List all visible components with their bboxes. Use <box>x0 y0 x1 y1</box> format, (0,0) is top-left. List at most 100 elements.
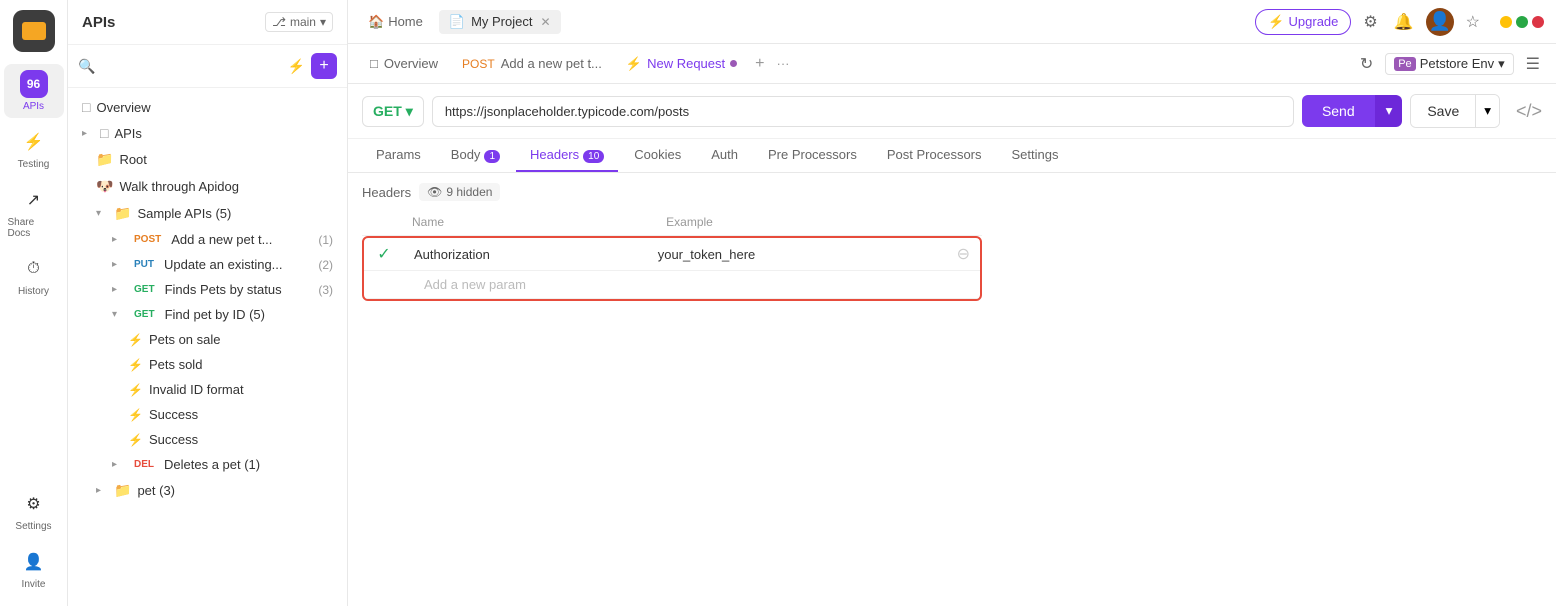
method-label: GET <box>373 103 402 119</box>
tab-params[interactable]: Params <box>362 139 435 172</box>
sidebar-label-history: History <box>18 286 49 297</box>
left-panel: APIs ⎇ main ▾ 🔍 ⚡ + □ Overview ▸ □ APIs <box>68 0 348 606</box>
sidebar-label-invite: Invite <box>22 579 46 590</box>
nav-item-record-not-found[interactable]: ⚡ Invalid ID format <box>68 377 347 402</box>
nav-label-pets-on-sale: Pets on sale <box>149 332 333 347</box>
hidden-badge[interactable]: 👁 9 hidden <box>419 183 500 201</box>
more-tabs-button[interactable]: ··· <box>772 52 793 75</box>
example-icon: ⚡ <box>128 408 143 422</box>
nav-item-invalid-id[interactable]: ⚡ Success <box>68 402 347 427</box>
maximize-button[interactable]: □ <box>1516 16 1528 28</box>
sidebar-label-apis: APIs <box>23 101 44 112</box>
nav-label-sample-apis: Sample APIs (5) <box>137 206 333 221</box>
close-button[interactable]: ✕ <box>1532 16 1544 28</box>
code-icon[interactable]: </> <box>1516 101 1542 122</box>
nav-item-get-id[interactable]: ▾ GET Find pet by ID (5) <box>68 302 347 327</box>
tab-auth[interactable]: Auth <box>697 139 752 172</box>
home-button[interactable]: 🏠 Home <box>360 10 431 34</box>
nav-item-apis[interactable]: ▸ □ APIs <box>68 120 347 146</box>
send-button[interactable]: Send <box>1302 95 1375 127</box>
new-request-label: New Request <box>647 56 725 71</box>
chevron-icon: ▸ <box>112 234 124 245</box>
tab-settings[interactable]: Settings <box>998 139 1073 172</box>
nav-item-del-pet[interactable]: ▸ DEL Deletes a pet (1) <box>68 452 347 477</box>
nav-label-apis: APIs <box>114 126 333 141</box>
count-badge: (1) <box>318 233 333 247</box>
req-tab-post-pet[interactable]: POST Add a new pet t... <box>452 50 612 77</box>
settings-button[interactable]: ⚙ <box>1359 8 1381 36</box>
tab-close-icon[interactable]: ✕ <box>540 15 550 29</box>
sidebar-item-share-docs[interactable]: ↗ Share Docs <box>4 180 64 245</box>
apis-icon: 96 <box>20 70 48 98</box>
send-dropdown-button[interactable]: ▾ <box>1375 95 1403 127</box>
add-tab-button[interactable]: + <box>751 51 768 77</box>
nav-item-overview[interactable]: □ Overview <box>68 94 347 120</box>
headers-label: Headers <box>362 185 411 200</box>
sidebar-item-settings[interactable]: ⚙ Settings <box>4 484 64 538</box>
notifications-button[interactable]: 🔔 <box>1390 8 1418 36</box>
branch-icon: ⎇ <box>272 15 286 29</box>
tab-cookies[interactable]: Cookies <box>620 139 695 172</box>
eye-icon: 👁 <box>427 185 442 199</box>
nav-item-success[interactable]: ⚡ Success <box>68 427 347 452</box>
upgrade-icon: ⚡ <box>1268 14 1284 30</box>
auth-value-cell[interactable]: your_token_here <box>648 238 947 271</box>
branch-chevron: ▾ <box>320 15 326 29</box>
nav-item-sample-apis[interactable]: ▾ 📁 Sample APIs (5) <box>68 200 347 227</box>
tab-headers[interactable]: Headers10 <box>516 139 618 172</box>
chevron-icon: ▸ <box>112 259 124 270</box>
overview-tab-icon: □ <box>370 56 378 71</box>
chevron-icon: ▸ <box>112 459 124 470</box>
chevron-icon: ▸ <box>112 284 124 295</box>
app-logo <box>13 10 55 52</box>
home-icon: 🏠 <box>368 14 384 30</box>
nav-item-pets-on-sale[interactable]: ⚡ Pets on sale <box>68 327 347 352</box>
method-selector[interactable]: GET ▾ <box>362 96 424 127</box>
star-button[interactable]: ☆ <box>1462 8 1484 36</box>
home-label: Home <box>388 14 423 29</box>
save-dropdown-button[interactable]: ▾ <box>1475 95 1499 127</box>
tab-my-project[interactable]: 📄 My Project ✕ <box>439 10 561 34</box>
auth-name-cell[interactable]: Authorization <box>404 238 648 271</box>
add-param-label[interactable]: Add a new param <box>414 271 536 298</box>
minus-icon[interactable]: ⊖ <box>957 246 970 263</box>
nav-item-root[interactable]: 📁 Root <box>68 146 347 173</box>
req-tab-new-request[interactable]: ⚡ New Request <box>616 50 747 78</box>
nav-item-walk[interactable]: 🐶 Walk through Apidog <box>68 173 347 200</box>
filter-icon[interactable]: ⚡ <box>288 58 305 75</box>
url-input[interactable] <box>432 96 1294 127</box>
nav-tree: □ Overview ▸ □ APIs 📁 Root 🐶 Walk throug… <box>68 88 347 606</box>
nav-item-get-status[interactable]: ▸ GET Finds Pets by status (3) <box>68 277 347 302</box>
nav-item-put-pet[interactable]: ▸ PUT Update an existing... (2) <box>68 252 347 277</box>
nav-item-pet[interactable]: ▸ 📁 pet (3) <box>68 477 347 504</box>
save-button[interactable]: Save <box>1411 95 1475 127</box>
method-badge-post: POST <box>130 233 165 246</box>
tab-body[interactable]: Body1 <box>437 139 514 172</box>
sidebar-item-history[interactable]: ⏱ History <box>4 249 64 303</box>
request-tabs-bar: □ Overview POST Add a new pet t... ⚡ New… <box>348 44 1556 84</box>
tab-post-processors[interactable]: Post Processors <box>873 139 996 172</box>
branch-selector[interactable]: ⎇ main ▾ <box>265 12 333 32</box>
refresh-button[interactable]: ↻ <box>1356 50 1377 78</box>
sidebar-toggle-button[interactable]: ☰ <box>1522 50 1544 78</box>
avatar[interactable]: 👤 <box>1426 8 1454 36</box>
env-selector[interactable]: Pe Petstore Env ▾ <box>1385 53 1513 75</box>
sidebar-item-apis[interactable]: 96 APIs <box>4 64 64 118</box>
nav-label-post-pet: Add a new pet t... <box>171 232 312 247</box>
request-body-tabs: Params Body1 Headers10 Cookies Auth Pre … <box>348 139 1556 173</box>
nav-item-post-pet[interactable]: ▸ POST Add a new pet t... (1) <box>68 227 347 252</box>
chevron-icon: ▸ <box>82 128 94 139</box>
search-input[interactable] <box>101 59 281 74</box>
add-button[interactable]: + <box>311 53 337 79</box>
upgrade-button[interactable]: ⚡ Upgrade <box>1255 9 1351 35</box>
sidebar-item-testing[interactable]: ⚡ Testing <box>4 122 64 176</box>
history-icon: ⏱ <box>20 255 48 283</box>
minimize-button[interactable]: − <box>1500 16 1512 28</box>
nav-item-pets-sold[interactable]: ⚡ Pets sold <box>68 352 347 377</box>
sidebar-item-invite[interactable]: 👤 Invite <box>4 542 64 596</box>
method-badge-get2: GET <box>130 308 159 321</box>
search-bar: 🔍 ⚡ + <box>68 45 347 88</box>
tab-pre-processors[interactable]: Pre Processors <box>754 139 871 172</box>
overview-icon: □ <box>82 99 90 115</box>
req-tab-overview[interactable]: □ Overview <box>360 50 448 77</box>
